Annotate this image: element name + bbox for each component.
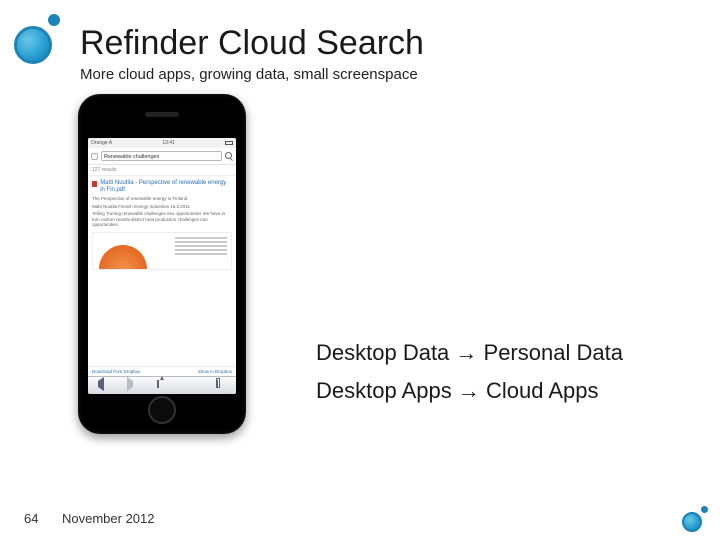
page-title: Refinder Cloud Search bbox=[80, 24, 424, 63]
back-icon[interactable] bbox=[98, 381, 108, 391]
status-bar: Orange A 13:41 bbox=[88, 138, 236, 148]
pdf-icon bbox=[92, 181, 97, 187]
result-desc-2: Matti Nuutila Finnish Energy Industries … bbox=[92, 204, 232, 210]
carrier-label: Orange A bbox=[91, 140, 112, 146]
forward-icon[interactable] bbox=[127, 381, 137, 391]
phone-screen: Orange A 13:41 Renewable challenges 127 … bbox=[88, 138, 236, 394]
battery-icon bbox=[225, 141, 233, 145]
page-subtitle: More cloud apps, growing data, small scr… bbox=[80, 66, 418, 83]
page-number: 64 bbox=[24, 511, 38, 526]
result-thumbnail bbox=[92, 232, 232, 270]
share-icon[interactable] bbox=[157, 381, 167, 391]
footer-date: November 2012 bbox=[62, 511, 155, 526]
open-link[interactable]: Show in Dropbox bbox=[198, 369, 232, 374]
download-link[interactable]: Download from Dropbox bbox=[92, 369, 141, 374]
search-row: Renewable challenges bbox=[88, 148, 236, 165]
phone-mockup: Orange A 13:41 Renewable challenges 127 … bbox=[78, 94, 246, 434]
result-links: Download from Dropbox Show in Dropbox bbox=[88, 366, 236, 376]
app-icon bbox=[91, 153, 98, 160]
browser-toolbar bbox=[88, 376, 236, 394]
bookmarks-icon[interactable] bbox=[187, 381, 197, 391]
result-desc-1: The Perspective of renewable energy in F… bbox=[92, 196, 232, 202]
clock-label: 13:41 bbox=[162, 140, 175, 146]
result-title: Matti Nuutila - Perspective of renewable… bbox=[100, 180, 232, 194]
trend-line-1: Desktop Data → Personal Data bbox=[316, 340, 623, 366]
footer-logo bbox=[682, 506, 708, 532]
search-input[interactable]: Renewable challenges bbox=[101, 151, 222, 161]
search-icon[interactable] bbox=[225, 152, 233, 160]
brand-logo bbox=[14, 14, 64, 64]
tabs-icon[interactable] bbox=[216, 381, 226, 391]
result-desc-3: Telling Turning renewable challenges int… bbox=[92, 211, 232, 228]
trend-line-2: Desktop Apps → Cloud Apps bbox=[316, 378, 599, 404]
search-result[interactable]: Matti Nuutila - Perspective of renewable… bbox=[88, 176, 236, 274]
result-count: 127 results bbox=[88, 165, 236, 176]
